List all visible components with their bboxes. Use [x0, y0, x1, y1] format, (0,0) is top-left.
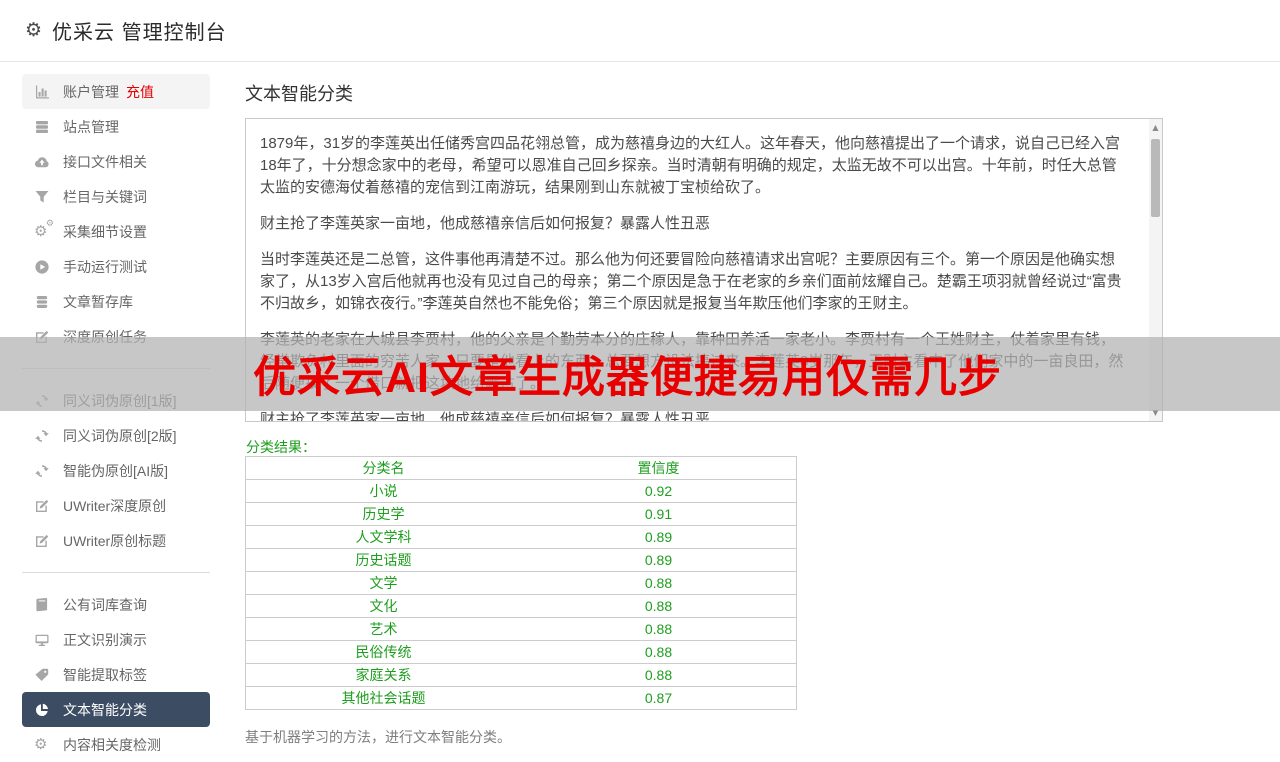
classification-results-table: 分类名 置信度 小说 0.92 历史学 0.91 人文学科 0.89 历史话题 0.89…: [245, 456, 797, 710]
paragraph: 当时李莲英还是二总管，这件事他再清楚不过。那么他为何还要冒险向慈禧请求出宫呢？主…: [260, 251, 1122, 312]
sidebar-item-manual-run[interactable]: 手动运行测试: [22, 249, 210, 284]
sidebar-item-label: 手动运行测试: [63, 258, 147, 275]
footer-note: 基于机器学习的方法，进行文本智能分类。: [245, 729, 511, 745]
sidebar-item-account[interactable]: 账户管理 充值: [22, 74, 210, 109]
sidebar-item-uwriter-deep[interactable]: UWriter深度原创: [22, 488, 210, 523]
table-row: 文化 0.88: [245, 595, 797, 618]
sidebar-item-label: UWriter原创标题: [63, 532, 167, 549]
scrollbar-thumb[interactable]: [1151, 139, 1160, 217]
page-title: 文本智能分类: [245, 84, 353, 104]
sidebar-divider: [22, 368, 210, 369]
sidebar-item-interface-files[interactable]: 接口文件相关: [22, 144, 210, 179]
sidebar: 账户管理 充值 站点管理 接口文件相关 栏目与关键词 ⚙ ⚙ 采集细节设置 手动运…: [22, 74, 210, 762]
sidebar-item-label: 账户管理: [63, 83, 119, 100]
table-row: 历史学 0.91: [245, 503, 797, 526]
edit-square-icon: [36, 499, 49, 512]
server-icon: [36, 120, 48, 133]
sidebar-item-label: 采集细节设置: [63, 223, 147, 240]
paragraph: 财主抢了李莲英家一亩地，他成慈禧亲信后如何报复？暴露人性丑恶: [260, 215, 711, 232]
play-circle-icon: [35, 259, 49, 274]
top-bar: ⚙ 优采云 管理控制台: [0, 0, 1280, 62]
sidebar-item-public-lexicon[interactable]: 公有词库查询: [22, 587, 210, 622]
column-header-confidence: 置信度: [637, 460, 680, 476]
sidebar-divider: [22, 572, 210, 573]
sidebar-item-label: UWriter深度原创: [63, 497, 167, 514]
table-row: 文学 0.88: [245, 572, 797, 595]
sidebar-item-label: 栏目与关键词: [63, 188, 147, 205]
table-row: 民俗传统 0.88: [245, 641, 797, 664]
sidebar-item-label: 文章暂存库: [63, 293, 133, 310]
table-row: 人文学科 0.89: [245, 526, 797, 549]
article-text-input[interactable]: 1879年，31岁的李莲英出任储秀宫四品花翎总管，成为慈禧身边的大红人。这年春天…: [245, 118, 1163, 422]
sidebar-item-label: 文本智能分类: [63, 701, 147, 718]
paragraph: 李莲英的老家在大城县李贾村，他的父亲是个勤劳本分的庄稼人，靠种田养活一家老小。李…: [260, 331, 1124, 392]
results-label: 分类结果：: [246, 439, 316, 455]
sidebar-item-label: 公有词库查询: [63, 596, 147, 613]
table-row: 其他社会话题 0.87: [245, 687, 797, 710]
sidebar-item-label: 智能提取标签: [63, 666, 147, 683]
sidebar-item-synonym-v2[interactable]: 同义词伪原创[2版]: [22, 418, 210, 453]
sidebar-item-ai-pseudo-original[interactable]: 智能伪原创[AI版]: [22, 453, 210, 488]
sidebar-item-label: 同义词伪原创[1版]: [63, 392, 177, 409]
edit-square-icon: [36, 534, 49, 547]
sidebar-item-body-recognition[interactable]: 正文识别演示: [22, 622, 210, 657]
sidebar-item-label: 接口文件相关: [63, 153, 147, 170]
column-header-category: 分类名: [362, 460, 405, 476]
table-row: 小说 0.92: [245, 480, 797, 503]
scroll-up-arrow-icon[interactable]: ▲: [1149, 121, 1162, 134]
edit-square-icon: [36, 330, 49, 343]
bar-chart-icon: [36, 85, 49, 98]
sidebar-item-smart-tags[interactable]: 智能提取标签: [22, 657, 210, 692]
scroll-down-arrow-icon[interactable]: ▼: [1149, 406, 1162, 419]
refresh-icon: [35, 394, 49, 407]
book-icon: [36, 597, 48, 611]
sidebar-item-collection-settings[interactable]: ⚙ ⚙ 采集细节设置: [22, 214, 210, 249]
sidebar-item-label: 同义词伪原创[2版]: [63, 427, 177, 444]
sidebar-item-label: 智能伪原创[AI版]: [63, 462, 169, 479]
funnel-icon: [35, 190, 49, 202]
sidebar-item-article-storage[interactable]: 文章暂存库: [22, 284, 210, 319]
sidebar-item-columns-keywords[interactable]: 栏目与关键词: [22, 179, 210, 214]
gears-icon: ⚙ ⚙: [34, 219, 54, 240]
refresh-icon: [35, 429, 49, 442]
textarea-scrollbar[interactable]: ▲ ▼: [1149, 119, 1162, 421]
pie-chart-icon: [35, 703, 48, 716]
sidebar-item-synonym-v1[interactable]: 同义词伪原创[1版]: [22, 383, 210, 418]
table-row: 艺术 0.88: [245, 618, 797, 641]
app-title: 优采云 管理控制台: [52, 22, 227, 44]
database-icon: [36, 295, 48, 308]
monitor-icon: [35, 634, 49, 646]
settings-gear-icon: ⚙: [25, 20, 43, 41]
table-header-row: 分类名 置信度: [245, 457, 797, 480]
sidebar-item-text-classification[interactable]: 文本智能分类: [22, 692, 210, 727]
table-row: 家庭关系 0.88: [245, 664, 797, 687]
sidebar-item-deep-original-task[interactable]: 深度原创任务: [22, 319, 210, 354]
sidebar-item-label: 正文识别演示: [63, 631, 147, 648]
sidebar-item-sites[interactable]: 站点管理: [22, 109, 210, 144]
recharge-link[interactable]: 充值: [126, 82, 154, 102]
sidebar-item-uwriter-title[interactable]: UWriter原创标题: [22, 523, 210, 558]
table-row: 历史话题 0.89: [245, 549, 797, 572]
paragraph: 财主抢了李莲英家一亩地，他成慈禧亲信后如何报复？暴露人性丑恶: [260, 411, 711, 422]
sidebar-item-label: 深度原创任务: [63, 328, 147, 345]
paragraph: 1879年，31岁的李莲英出任储秀宫四品花翎总管，成为慈禧身边的大红人。这年春天…: [260, 135, 1121, 196]
cloud-upload-icon: [34, 156, 49, 167]
sidebar-item-label: 站点管理: [63, 118, 119, 135]
tag-icon: [35, 668, 49, 681]
refresh-icon: [35, 464, 49, 477]
